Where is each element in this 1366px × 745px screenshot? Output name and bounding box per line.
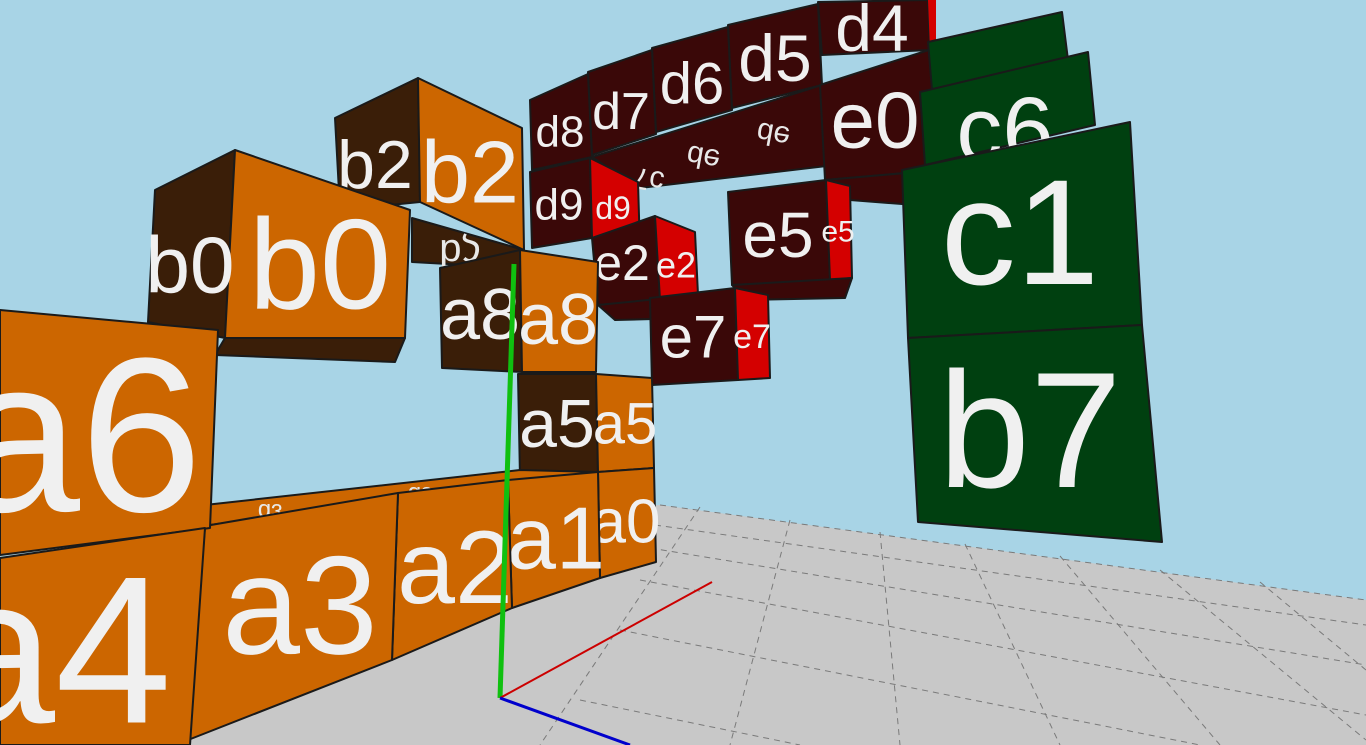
- label-d8: d8: [536, 108, 585, 157]
- label-a8: a8: [518, 280, 598, 360]
- label-e2: e2: [594, 235, 650, 291]
- svg-text:ɘb: ɘb: [684, 138, 723, 176]
- label-b7: b7: [938, 338, 1122, 522]
- 3d-viewport[interactable]: d4 d5 d6 d7 d8 ↄ7 ɘb ɘb d9 d9 e0 e5 e5 e…: [0, 0, 1366, 745]
- label-a1: a1: [507, 489, 605, 588]
- block-a4[interactable]: a4: [0, 527, 206, 745]
- block-b7[interactable]: b7: [907, 324, 1163, 543]
- label-e2-side: e2: [656, 245, 696, 286]
- label-d7: d7: [592, 83, 650, 141]
- label-a8-left: a8: [440, 275, 520, 355]
- label-d5: d5: [738, 21, 811, 95]
- label-d9-side: d9: [595, 190, 631, 226]
- label-a6: a6: [0, 312, 202, 558]
- label-b0-left: b0: [146, 221, 235, 310]
- label-e0: e0: [831, 76, 920, 165]
- label-a5: a5: [593, 392, 658, 457]
- block-e7[interactable]: e7 e7: [649, 287, 771, 386]
- block-a5[interactable]: a5 a5: [517, 373, 658, 479]
- label-d9: d9: [535, 181, 584, 230]
- block-e5[interactable]: e5 e5: [727, 179, 855, 286]
- label-a2: a2: [397, 510, 513, 626]
- label-e5-side: e5: [821, 216, 854, 249]
- label-a4: a4: [0, 533, 172, 745]
- label-c1: c1: [941, 148, 1099, 316]
- label-a5-left: a5: [519, 386, 595, 462]
- label-e5: e5: [742, 199, 813, 271]
- label-e7: e7: [660, 304, 727, 371]
- block-a8[interactable]: a8 a8: [439, 249, 599, 373]
- label-d6: d6: [660, 52, 725, 117]
- label-b2: b2: [421, 123, 519, 222]
- label-a3: a3: [222, 527, 378, 684]
- svg-text:ɘb: ɘb: [754, 115, 793, 153]
- label-b0: b0: [249, 194, 391, 337]
- label-e7-side: e7: [733, 318, 771, 356]
- label-d4: d4: [835, 0, 908, 65]
- block-a6[interactable]: a6: [0, 309, 219, 558]
